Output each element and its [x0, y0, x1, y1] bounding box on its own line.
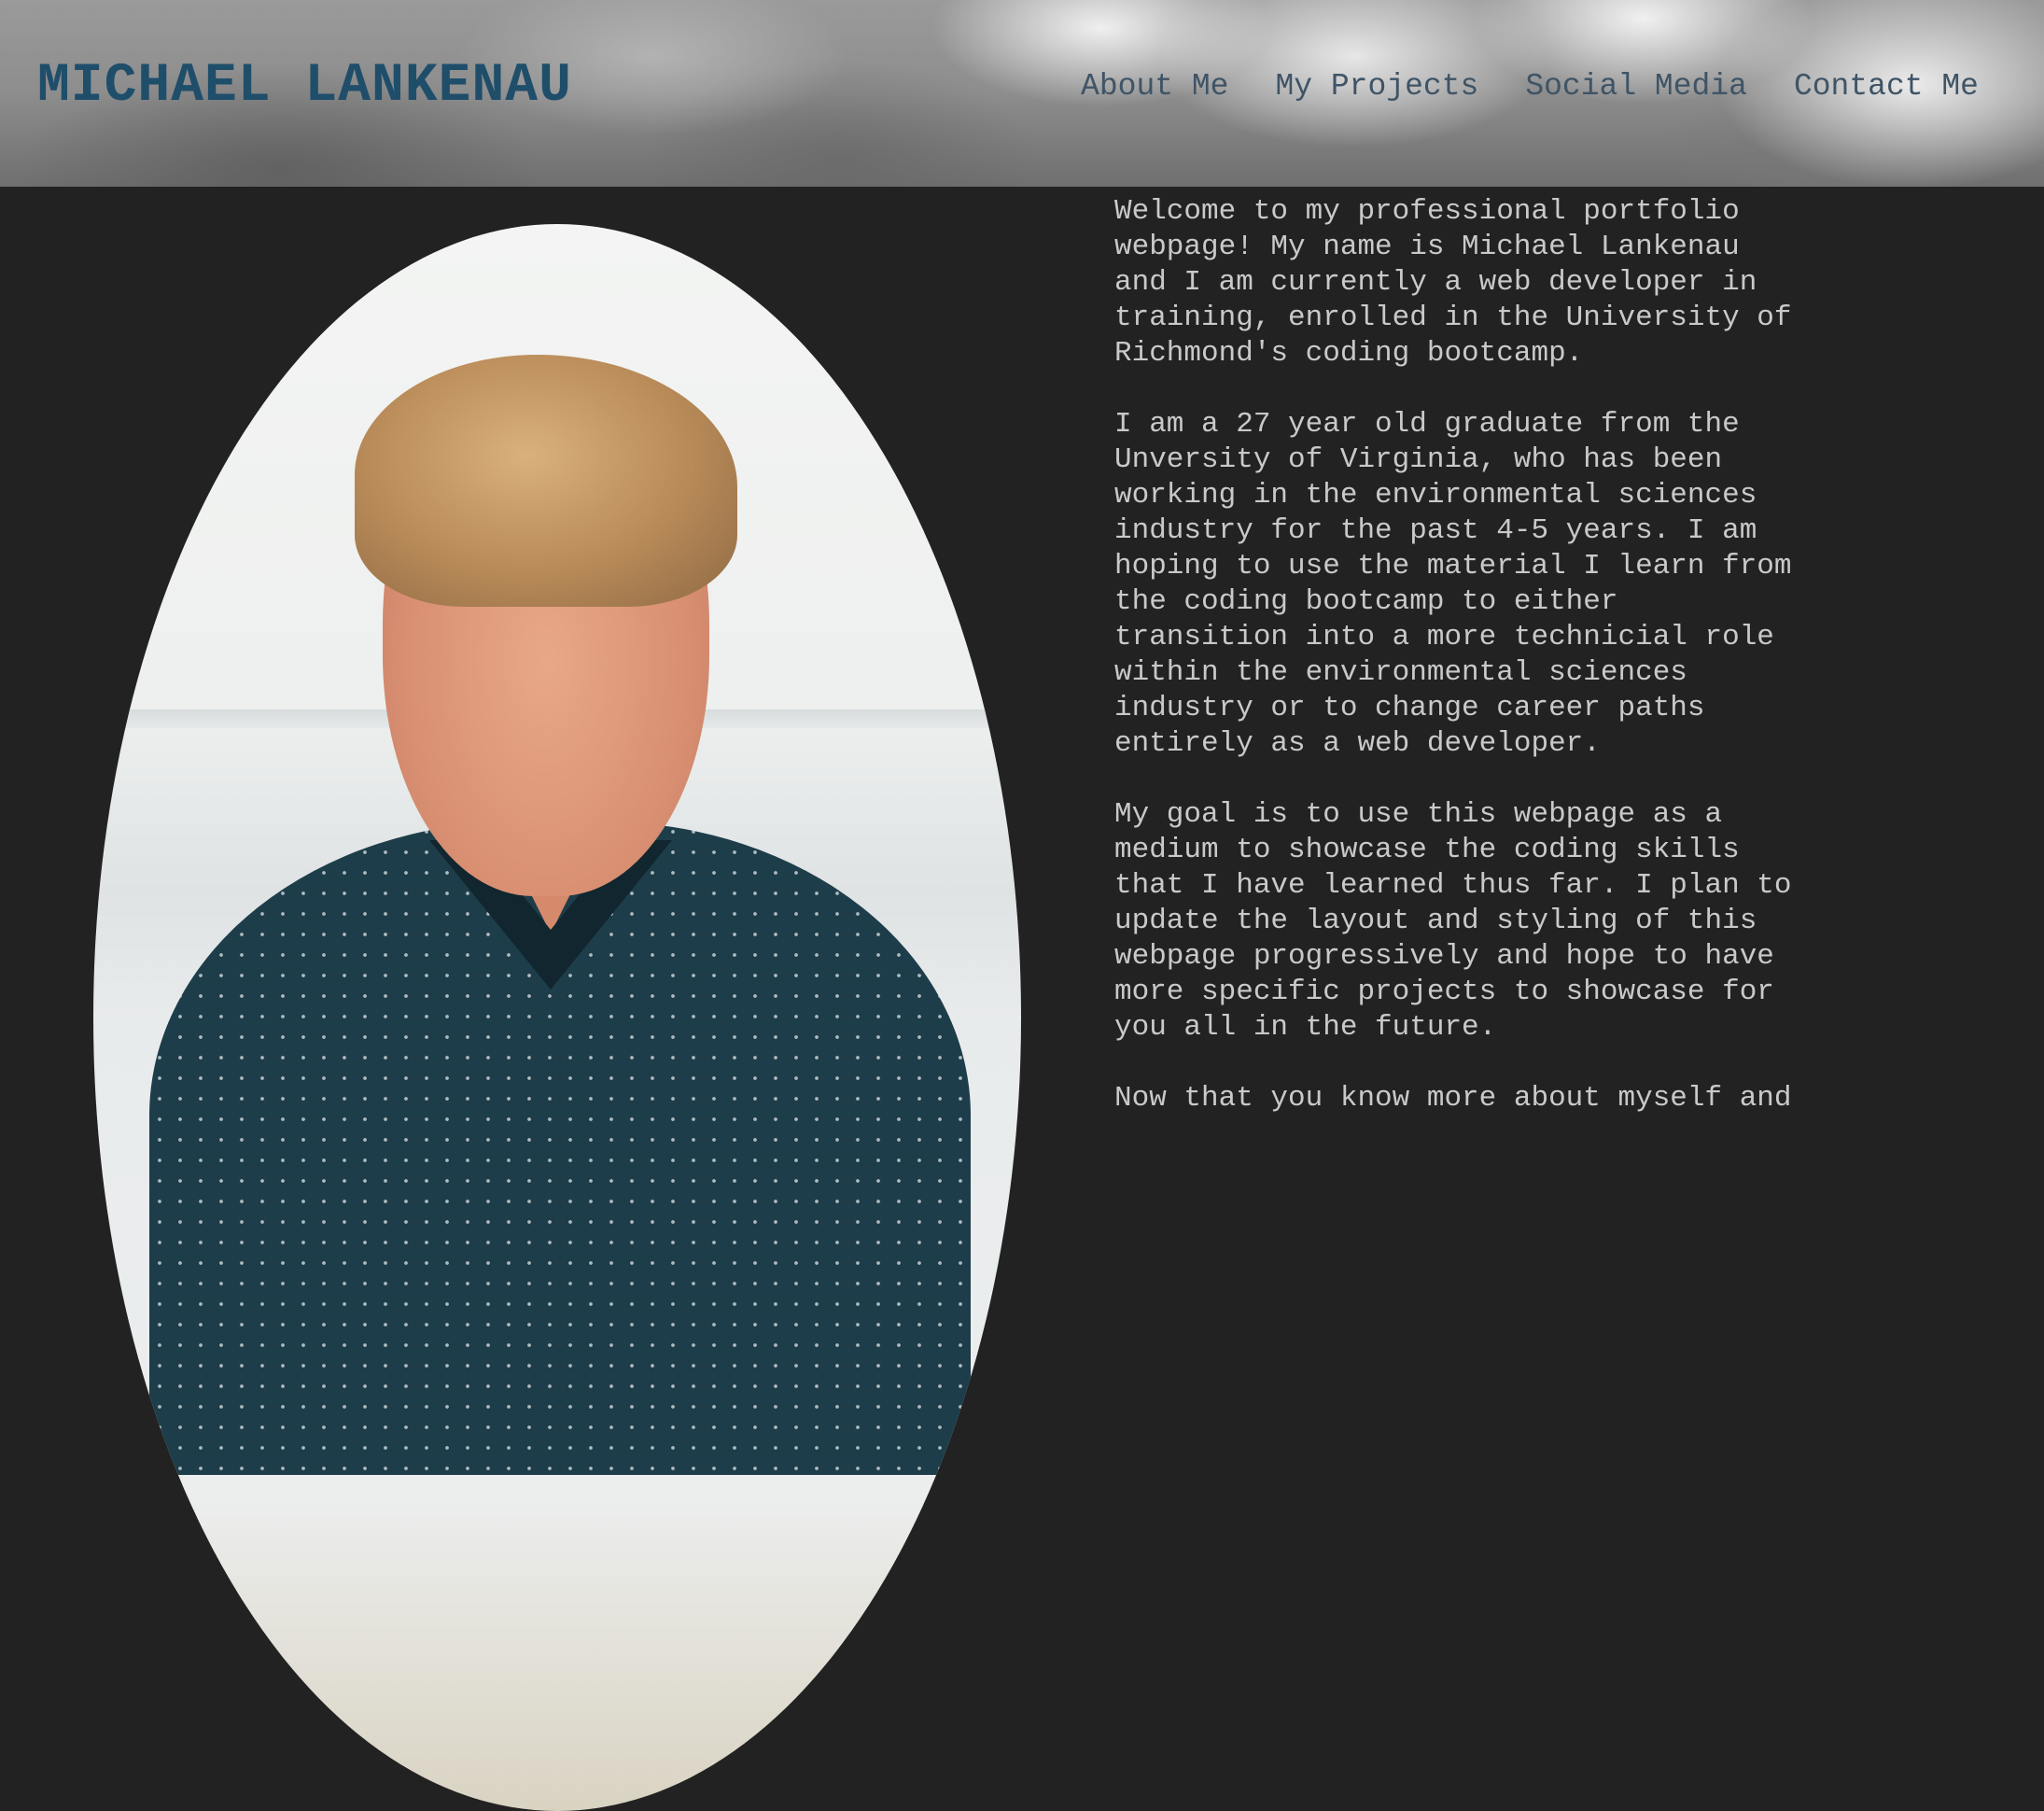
nav-link-my-projects[interactable]: My Projects: [1275, 71, 1478, 102]
site-title: MICHAEL LANKENAU: [37, 56, 572, 117]
nav-link-social-media[interactable]: Social Media: [1525, 71, 1747, 102]
profile-photo: [93, 224, 1021, 1811]
about-paragraph-3: My goal is to use this webpage as a medi…: [1114, 798, 1792, 1044]
site-header: MICHAEL LANKENAU About Me My Projects So…: [0, 0, 2044, 187]
about-paragraph-4: Now that you know more about myself and: [1114, 1082, 1792, 1115]
photo-hair: [355, 355, 737, 607]
nav-link-about-me[interactable]: About Me: [1081, 71, 1228, 102]
about-paragraph-2: I am a 27 year old graduate from the Unv…: [1114, 408, 1792, 760]
nav-link-contact-me[interactable]: Contact Me: [1794, 71, 1979, 102]
about-text: Welcome to my professional portfolio web…: [1114, 194, 1880, 1152]
about-paragraph-1: Welcome to my professional portfolio web…: [1114, 195, 1792, 370]
main-nav: About Me My Projects Social Media Contac…: [1081, 71, 1979, 102]
